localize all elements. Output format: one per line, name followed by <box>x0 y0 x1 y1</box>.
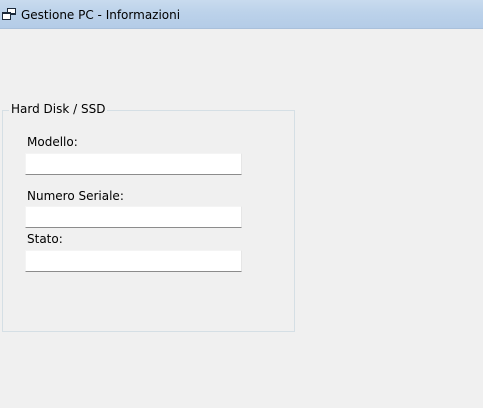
window-title: Gestione PC - Informazioni <box>21 8 181 22</box>
model-input[interactable] <box>25 153 242 175</box>
status-label: Stato: <box>27 232 63 246</box>
app-window-icon <box>2 8 16 20</box>
serial-number-input[interactable] <box>25 206 242 228</box>
serial-number-label: Numero Seriale: <box>27 189 124 203</box>
model-label: Modello: <box>27 135 78 149</box>
title-bar[interactable]: Gestione PC - Informazioni <box>0 0 483 29</box>
groupbox-title: Hard Disk / SSD <box>9 102 108 117</box>
status-input[interactable] <box>25 250 242 272</box>
